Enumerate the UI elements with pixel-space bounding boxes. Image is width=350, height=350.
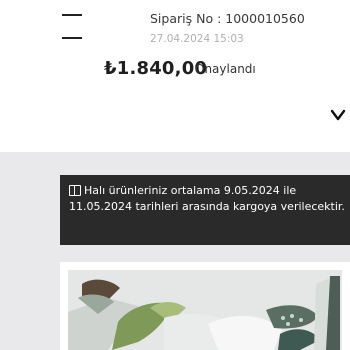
shipping-notice-banner: Halı ürünleriniz ortalama 9.05.2024 ile … bbox=[60, 175, 350, 245]
order-total-price: ₺1.840,00 bbox=[104, 58, 208, 79]
product-photo-graphic bbox=[68, 270, 342, 350]
order-summary-card[interactable]: Sipariş No : 1000010560 27.04.2024 15:03… bbox=[0, 0, 350, 152]
shipping-notice-text: Halı ürünleriniz ortalama 9.05.2024 ile … bbox=[69, 184, 345, 213]
menu-icon-bar bbox=[62, 14, 82, 16]
chevron-down-icon[interactable] bbox=[330, 108, 346, 122]
order-number: Sipariş No : 1000010560 bbox=[150, 11, 305, 26]
menu-icon-bar bbox=[62, 37, 82, 39]
order-status: Onaylandı bbox=[195, 62, 256, 76]
product-card[interactable] bbox=[60, 262, 350, 350]
order-detail-page: Sipariş No : 1000010560 27.04.2024 15:03… bbox=[0, 0, 350, 350]
order-date: 27.04.2024 15:03 bbox=[150, 33, 244, 45]
product-image[interactable] bbox=[68, 270, 342, 350]
